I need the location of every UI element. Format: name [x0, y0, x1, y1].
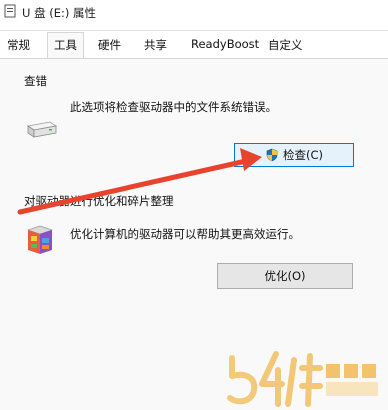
error-check-description: 此选项将检查驱动器中的文件系统错误。	[70, 100, 277, 114]
optimize-title: 对驱动器进行优化和碎片整理	[24, 194, 174, 208]
title-bar: U 盘 (E:) 属性	[0, 0, 388, 31]
tab-hardware[interactable]: 硬件	[98, 37, 121, 53]
optimize-button-label: 优化(O)	[264, 269, 306, 283]
tab-customize[interactable]: 自定义	[268, 37, 303, 53]
window-title: U 盘 (E:) 属性	[22, 6, 96, 20]
tab-tools[interactable]: 工具	[47, 32, 84, 58]
uac-shield-icon	[266, 148, 278, 162]
tab-sharing[interactable]: 共享	[144, 37, 167, 53]
defragment-icon	[27, 225, 53, 254]
tab-strip: 常规 工具 硬件 共享 ReadyBoost 自定义	[0, 31, 388, 59]
site-watermark-logo	[227, 351, 378, 407]
tab-readyboost[interactable]: ReadyBoost	[191, 37, 259, 51]
check-button-label: 检查(C)	[282, 148, 323, 162]
drive-icon	[26, 121, 58, 138]
drive-properties-icon	[4, 4, 16, 18]
optimize-button[interactable]: 优化(O)	[217, 263, 353, 289]
error-check-title: 查错	[24, 74, 47, 88]
optimize-description: 优化计算机的驱动器可以帮助其更高效运行。	[70, 227, 300, 241]
check-button[interactable]: 检查(C)	[234, 143, 354, 167]
tab-general[interactable]: 常规	[7, 37, 30, 53]
